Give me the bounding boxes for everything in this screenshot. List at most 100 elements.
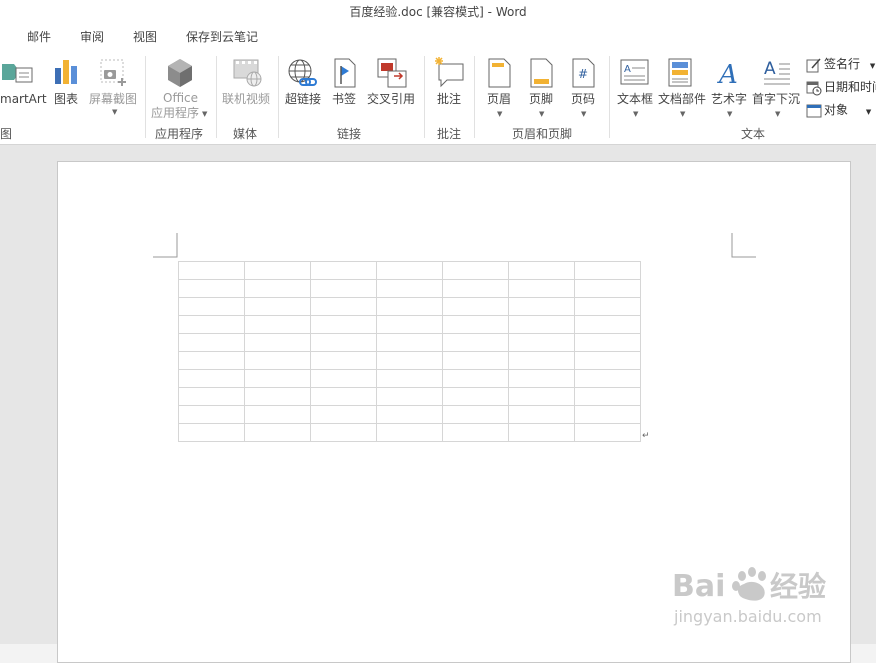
table-cell[interactable] <box>574 351 641 370</box>
table-row[interactable] <box>178 423 641 442</box>
table-cell[interactable] <box>508 333 575 352</box>
table-cell[interactable] <box>310 261 377 280</box>
table-cell[interactable] <box>244 279 311 298</box>
screenshot-button[interactable]: 屏幕截图 ▼ <box>88 54 142 124</box>
object-button[interactable]: 对象 ▼ <box>806 100 871 120</box>
document-area[interactable]: ↵ Bai 经验 jingyan.baidu.com <box>0 145 876 663</box>
table-cell[interactable] <box>178 297 245 316</box>
table-cell[interactable] <box>178 351 245 370</box>
footer-button[interactable]: 页脚 ▼ <box>522 54 562 124</box>
table-cell[interactable] <box>442 333 509 352</box>
table-cell[interactable] <box>508 297 575 316</box>
table-cell[interactable] <box>244 297 311 316</box>
table-cell[interactable] <box>376 351 443 370</box>
table-cell[interactable] <box>442 387 509 406</box>
table-cell[interactable] <box>376 369 443 388</box>
office-apps-button[interactable]: Office 应用程序 ▼ <box>150 54 212 124</box>
tab-save-to-cloud-note[interactable]: 保存到云笔记 <box>186 24 258 50</box>
table-cell[interactable] <box>244 387 311 406</box>
date-time-button[interactable]: 日期和时间 <box>806 77 876 97</box>
tab-review[interactable]: 审阅 <box>80 24 104 50</box>
table-cell[interactable] <box>442 261 509 280</box>
table-cell[interactable] <box>376 387 443 406</box>
table-cell[interactable] <box>508 423 575 442</box>
table-cell[interactable] <box>574 315 641 334</box>
tab-view[interactable]: 视图 <box>133 24 157 50</box>
table-row[interactable] <box>178 405 641 424</box>
table-row[interactable] <box>178 315 641 334</box>
table-cell[interactable] <box>310 405 377 424</box>
header-button[interactable]: 页眉 ▼ <box>480 54 520 124</box>
table-cell[interactable] <box>442 315 509 334</box>
table-cell[interactable] <box>508 279 575 298</box>
table-cell[interactable] <box>310 297 377 316</box>
table-cell[interactable] <box>310 279 377 298</box>
table-cell[interactable] <box>244 405 311 424</box>
table-cell[interactable] <box>376 333 443 352</box>
hyperlink-button[interactable]: 超链接 <box>282 54 324 124</box>
table-cell[interactable] <box>442 279 509 298</box>
table-cell[interactable] <box>244 423 311 442</box>
table-row[interactable] <box>178 369 641 388</box>
table-cell[interactable] <box>376 261 443 280</box>
table-cell[interactable] <box>574 279 641 298</box>
table-cell[interactable] <box>178 261 245 280</box>
smartart-button[interactable]: martArt <box>0 54 47 124</box>
table-cell[interactable] <box>178 333 245 352</box>
table-cell[interactable] <box>178 315 245 334</box>
table-row[interactable] <box>178 351 641 370</box>
table-cell[interactable] <box>178 369 245 388</box>
table-cell[interactable] <box>574 423 641 442</box>
table-cell[interactable] <box>376 315 443 334</box>
table-row[interactable] <box>178 387 641 406</box>
table-cell[interactable] <box>310 315 377 334</box>
table-cell[interactable] <box>178 405 245 424</box>
table-cell[interactable] <box>310 423 377 442</box>
table-cell[interactable] <box>574 369 641 388</box>
table-cell[interactable] <box>244 369 311 388</box>
table-cell[interactable] <box>376 405 443 424</box>
table-cell[interactable] <box>376 279 443 298</box>
table-cell[interactable] <box>442 297 509 316</box>
table-cell[interactable] <box>244 315 311 334</box>
bookmark-button[interactable]: 书签 <box>328 54 362 124</box>
table-cell[interactable] <box>508 315 575 334</box>
table-cell[interactable] <box>574 405 641 424</box>
table-cell[interactable] <box>178 279 245 298</box>
wordart-button[interactable]: A 艺术字 ▼ <box>710 54 750 124</box>
table-cell[interactable] <box>244 351 311 370</box>
table-row[interactable] <box>178 261 641 280</box>
table-cell[interactable] <box>244 261 311 280</box>
table-row[interactable] <box>178 297 641 316</box>
table-cell[interactable] <box>574 333 641 352</box>
comment-button[interactable]: 批注 <box>430 54 470 124</box>
chart-button[interactable]: 图表 <box>50 54 82 124</box>
table-cell[interactable] <box>178 387 245 406</box>
table-cell[interactable] <box>310 387 377 406</box>
table-cell[interactable] <box>376 297 443 316</box>
dropcap-button[interactable]: A 首字下沉 ▼ <box>751 54 803 124</box>
table-cell[interactable] <box>442 423 509 442</box>
table-cell[interactable] <box>442 369 509 388</box>
quick-parts-button[interactable]: 文档部件 ▼ <box>658 54 708 124</box>
textbox-button[interactable]: A 文本框 ▼ <box>614 54 658 124</box>
table-cell[interactable] <box>310 333 377 352</box>
table-cell[interactable] <box>508 387 575 406</box>
page-number-button[interactable]: # 页码 ▼ <box>564 54 604 124</box>
table-cell[interactable] <box>376 423 443 442</box>
table-cell[interactable] <box>442 351 509 370</box>
table-cell[interactable] <box>244 333 311 352</box>
table-cell[interactable] <box>508 261 575 280</box>
table-row[interactable] <box>178 279 641 298</box>
table-cell[interactable] <box>442 405 509 424</box>
table-cell[interactable] <box>178 423 245 442</box>
table-cell[interactable] <box>310 351 377 370</box>
table-cell[interactable] <box>508 369 575 388</box>
document-table[interactable] <box>178 261 641 442</box>
table-cell[interactable] <box>574 387 641 406</box>
signature-line-button[interactable]: 签名行 ▼ <box>806 54 875 74</box>
table-cell[interactable] <box>508 405 575 424</box>
cross-reference-button[interactable]: 交叉引用 <box>366 54 418 124</box>
table-cell[interactable] <box>574 297 641 316</box>
table-cell[interactable] <box>310 369 377 388</box>
